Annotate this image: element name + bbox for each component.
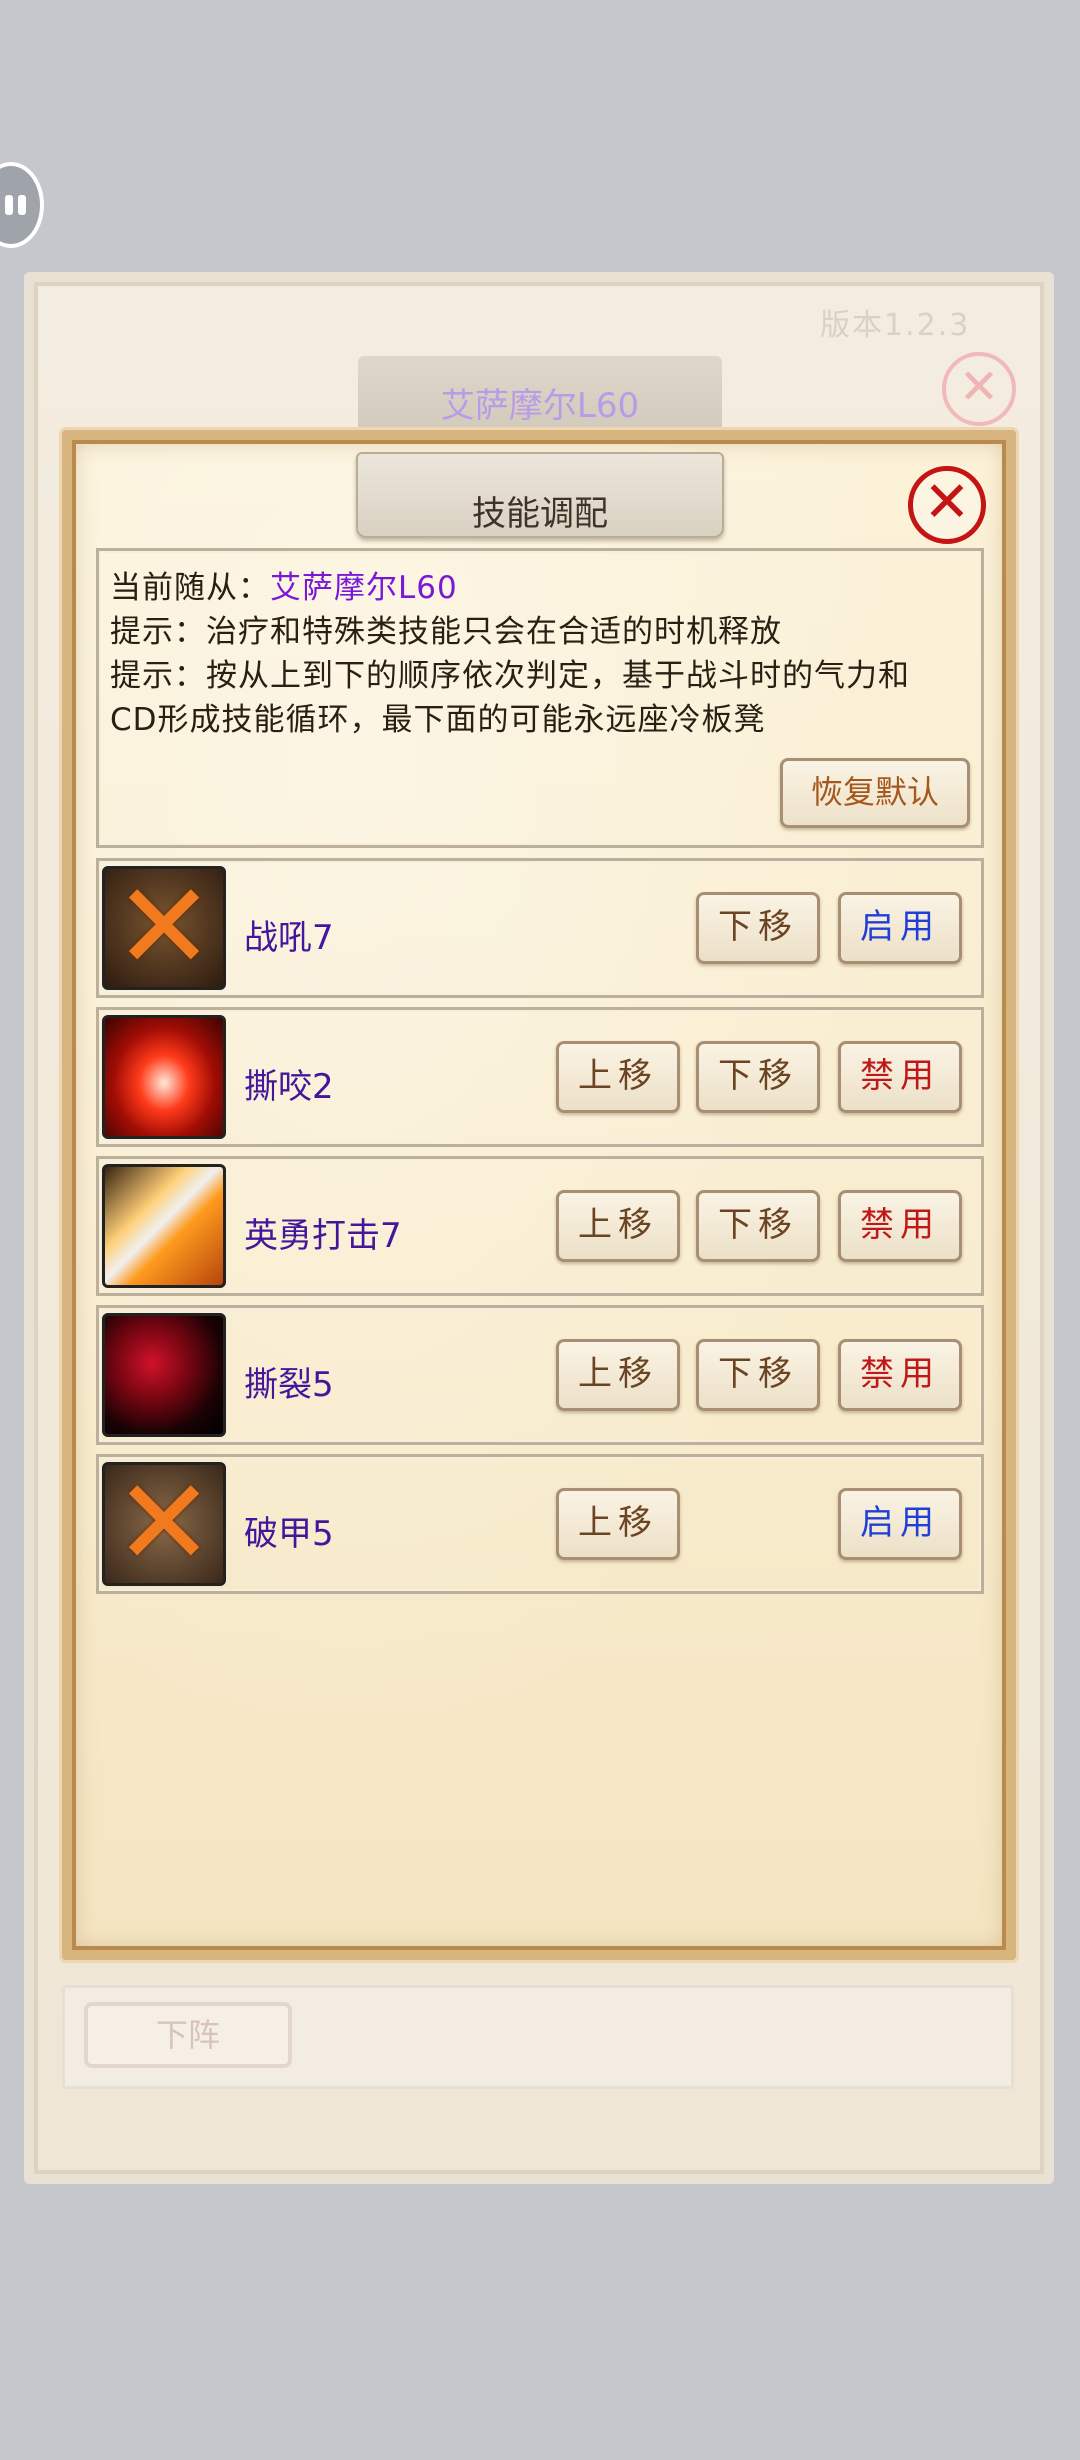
current-follower-line: 当前随从：艾萨摩尔L60	[110, 562, 458, 607]
restore-default-button[interactable]: 恢复默认	[780, 758, 970, 828]
hint-line-1: 提示：治疗和特殊类技能只会在合适的时机释放	[110, 614, 782, 650]
move-down-button[interactable]: 下移	[696, 1190, 820, 1262]
hint-line-3: CD形成技能循环，最下面的可能永远座冷板凳	[110, 702, 766, 738]
close-icon[interactable]: ✕	[908, 466, 986, 544]
background-close-icon[interactable]: ✕	[942, 352, 1016, 426]
skill-name: 英勇打击7	[244, 1216, 402, 1256]
skill-name: 战吼7	[244, 918, 334, 958]
floating-assist-button[interactable]	[0, 162, 44, 248]
dismiss-follower-button[interactable]: 下阵	[84, 2002, 292, 2068]
skill-name: 破甲5	[244, 1514, 334, 1554]
move-up-button[interactable]: 上移	[556, 1190, 680, 1262]
version-label: 版本1.2.3	[820, 308, 971, 343]
sunder-armor-icon: ✕	[102, 1462, 226, 1586]
move-up-button[interactable]: 上移	[556, 1339, 680, 1411]
bite-fangs-icon	[102, 1015, 226, 1139]
current-follower-name: 艾萨摩尔L60	[270, 570, 458, 606]
disable-button[interactable]: 禁用	[838, 1041, 962, 1113]
background-title: 艾萨摩尔L60	[440, 386, 640, 426]
rend-claw-icon	[102, 1313, 226, 1437]
heroic-strike-blade-icon	[102, 1164, 226, 1288]
hint-line-2: 提示：按从上到下的顺序依次判定，基于战斗时的气力和	[110, 658, 910, 694]
move-up-button[interactable]: 上移	[556, 1488, 680, 1560]
disable-button[interactable]: 禁用	[838, 1339, 962, 1411]
skill-name: 撕咬2	[244, 1067, 334, 1107]
dialog-title: 技能调配	[472, 494, 608, 534]
move-down-button[interactable]: 下移	[696, 892, 820, 964]
enable-button[interactable]: 启用	[838, 892, 962, 964]
move-up-button[interactable]: 上移	[556, 1041, 680, 1113]
enable-button[interactable]: 启用	[838, 1488, 962, 1560]
disable-button[interactable]: 禁用	[838, 1190, 962, 1262]
skill-name: 撕裂5	[244, 1365, 334, 1405]
battle-shout-icon: ✕	[102, 866, 226, 990]
move-down-button[interactable]: 下移	[696, 1041, 820, 1113]
current-follower-label: 当前随从：	[110, 570, 270, 606]
move-down-button[interactable]: 下移	[696, 1339, 820, 1411]
